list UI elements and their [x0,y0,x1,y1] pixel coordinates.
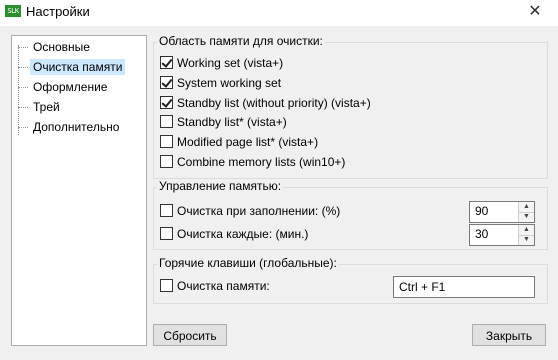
checkbox[interactable] [160,56,173,69]
close-button[interactable]: Закрыть [472,324,546,346]
spinner-value[interactable]: 30 [475,227,488,241]
nav-item-label: Трей [33,100,60,114]
window-title: Настройки [26,4,90,19]
nav-item-advanced[interactable]: Дополнительно [18,118,126,136]
nav-item-label: Оформление [33,80,108,94]
fill-percent-spinner[interactable]: 90 ▲ ▼ [469,201,535,223]
reset-button[interactable]: Сбросить [153,324,227,346]
nav-item-general[interactable]: Основные [18,38,97,56]
hotkey-value: Ctrl + F1 [399,280,446,294]
option-label: Очистка памяти: [177,279,270,293]
close-window-button[interactable]: ✕ [512,0,558,26]
title-bar: SLK Настройки ✕ [0,0,558,26]
group-title: Управление памятью: [157,179,284,193]
option-label: Modified page list* (vista+) [177,135,319,149]
option-label: Combine memory lists (win10+) [177,155,346,169]
option-label: Standby list* (vista+) [177,115,287,129]
checkbox[interactable] [160,279,173,292]
nav-item-label: Очистка памяти [30,59,126,75]
group-title: Горячие клавиши (глобальные): [157,256,339,270]
checkbox[interactable] [160,76,173,89]
nav-item-tray[interactable]: Трей [18,98,67,116]
checkbox[interactable] [160,227,173,240]
memory-management-group: Управление памятью: Очистка при заполнен… [153,179,548,250]
app-icon: SLK [5,5,21,17]
checkbox[interactable] [160,155,173,168]
option-label: Working set (vista+) [177,56,284,70]
group-title: Область памяти для очистки: [157,34,325,48]
nav-item-label: Дополнительно [33,120,120,134]
option-label: System working set [177,76,282,90]
clean-area-group: Область памяти для очистки: Working set … [153,34,548,179]
settings-nav-tree: Основные Очистка памяти Оформление Трей … [11,35,147,346]
checkbox[interactable] [160,115,173,128]
spin-down-icon[interactable]: ▼ [519,235,534,245]
option-label: Очистка каждые: (мин.) [177,227,309,241]
checkbox[interactable] [160,96,173,109]
interval-minutes-spinner[interactable]: 30 ▲ ▼ [469,224,535,246]
option-label: Standby list (without priority) (vista+) [177,96,371,110]
spin-down-icon[interactable]: ▼ [519,212,534,222]
hotkey-input[interactable]: Ctrl + F1 [393,276,535,298]
nav-item-label: Основные [33,40,90,54]
spinner-value[interactable]: 90 [475,204,488,218]
checkbox[interactable] [160,204,173,217]
nav-item-appearance[interactable]: Оформление [18,78,114,96]
hotkeys-group: Горячие клавиши (глобальные): Очистка па… [153,256,548,304]
checkbox[interactable] [160,135,173,148]
nav-item-memory-clean[interactable]: Очистка памяти [18,58,129,76]
option-label: Очистка при заполнении: (%) [177,204,341,218]
